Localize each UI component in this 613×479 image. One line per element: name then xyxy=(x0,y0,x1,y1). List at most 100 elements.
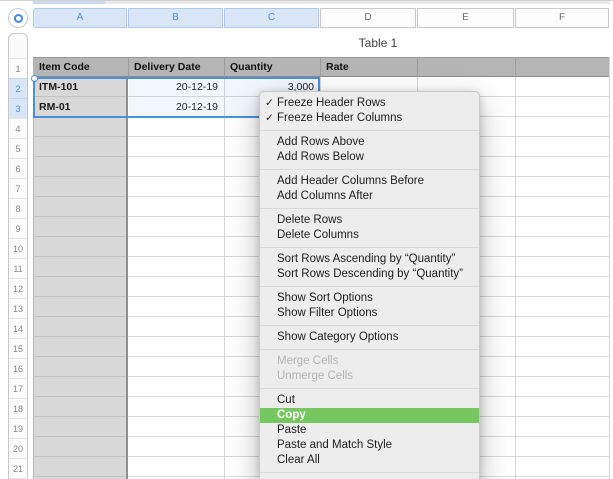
menu-item-merge-cells: Merge Cells xyxy=(260,354,479,369)
menu-item-label: Cut xyxy=(277,394,295,406)
menu-item-cut[interactable]: Cut xyxy=(260,393,479,408)
row-header-3[interactable]: 3 xyxy=(9,98,27,118)
menu-item-label: Sort Rows Descending by “Quantity” xyxy=(277,268,463,280)
menu-separator xyxy=(260,208,479,209)
menu-item-label: Merge Cells xyxy=(277,355,338,367)
menu-item-label: Add Columns After xyxy=(277,190,373,202)
row-header-7[interactable]: 7 xyxy=(9,178,27,198)
row-header-9[interactable]: 9 xyxy=(9,218,27,238)
selection-handle[interactable] xyxy=(31,75,38,82)
menu-item-delete-rows[interactable]: Delete Rows xyxy=(260,213,479,228)
column-header-D[interactable]: D xyxy=(320,8,416,28)
header-gridline xyxy=(320,57,321,77)
row-header-4[interactable]: 4 xyxy=(9,118,27,138)
menu-separator xyxy=(260,169,479,170)
header-cell-quantity[interactable]: Quantity xyxy=(230,57,273,77)
column-header-F[interactable]: F xyxy=(515,8,609,28)
menu-separator xyxy=(260,286,479,287)
header-cell-delivery-date[interactable]: Delivery Date xyxy=(134,57,201,77)
numbers-spreadsheet: ABCDEF 123456789101112131415161718192021… xyxy=(0,0,613,479)
menu-item-freeze-header-rows[interactable]: ✓Freeze Header Rows xyxy=(260,96,479,111)
menu-item-label: Delete Rows xyxy=(277,214,342,226)
table-handle-ring-icon xyxy=(14,14,23,23)
row-header-5[interactable]: 5 xyxy=(9,138,27,158)
row-header-12[interactable]: 12 xyxy=(9,278,27,298)
menu-separator xyxy=(260,130,479,131)
top-strip-blue-segment xyxy=(33,1,105,4)
row-header-6[interactable]: 6 xyxy=(9,158,27,178)
column-header-C[interactable]: C xyxy=(224,8,319,28)
table-header-row xyxy=(33,57,610,77)
row-header-18[interactable]: 18 xyxy=(9,398,27,418)
column-header-E[interactable]: E xyxy=(417,8,514,28)
row-header-2[interactable]: 2 xyxy=(9,78,27,98)
menu-item-paste[interactable]: Paste xyxy=(260,423,479,438)
row-header-11[interactable]: 11 xyxy=(9,258,27,278)
menu-item-label: Unmerge Cells xyxy=(277,370,353,382)
menu-item-label: Copy xyxy=(277,409,306,421)
column-header-B[interactable]: B xyxy=(128,8,223,28)
column-header-A[interactable]: A xyxy=(33,8,127,28)
menu-item-add-rows-above[interactable]: Add Rows Above xyxy=(260,135,479,150)
row-header-14[interactable]: 14 xyxy=(9,318,27,338)
menu-item-clear-all[interactable]: Clear All xyxy=(260,453,479,468)
row-header-17[interactable]: 17 xyxy=(9,378,27,398)
row-header-bar: 12345678910111213141516171819202122 xyxy=(8,33,28,479)
row-header-16[interactable]: 16 xyxy=(9,358,27,378)
row-header-10[interactable]: 10 xyxy=(9,238,27,258)
menu-item-unmerge-cells: Unmerge Cells xyxy=(260,369,479,384)
header-gridline xyxy=(128,57,129,77)
menu-item-freeze-header-columns[interactable]: ✓Freeze Header Columns xyxy=(260,111,479,126)
header-column xyxy=(33,77,128,479)
menu-item-label: Show Sort Options xyxy=(277,292,373,304)
table-handle[interactable] xyxy=(8,8,28,28)
top-strip-gray-segment xyxy=(105,1,610,4)
menu-item-label: Show Category Options xyxy=(277,331,398,343)
menu-item-label: Clear All xyxy=(277,454,320,466)
menu-item-label: Add Rows Above xyxy=(277,136,365,148)
header-cell-item-code[interactable]: Item Code xyxy=(39,57,90,77)
menu-item-label: Paste and Match Style xyxy=(277,439,392,451)
checkmark-icon: ✓ xyxy=(265,96,274,111)
menu-item-show-filter-options[interactable]: Show Filter Options xyxy=(260,306,479,321)
menu-item-delete-columns[interactable]: Delete Columns xyxy=(260,228,479,243)
menu-item-show-category-options[interactable]: Show Category Options xyxy=(260,330,479,345)
row-header-15[interactable]: 15 xyxy=(9,338,27,358)
menu-item-paste-and-match-style[interactable]: Paste and Match Style xyxy=(260,438,479,453)
menu-item-label: Show Filter Options xyxy=(277,307,377,319)
header-cell-rate[interactable]: Rate xyxy=(326,57,349,77)
context-menu: ✓Freeze Header Rows✓Freeze Header Column… xyxy=(259,91,480,479)
header-gridline xyxy=(515,57,516,77)
menu-item-copy[interactable]: Copy xyxy=(260,408,479,423)
gridline xyxy=(515,77,516,479)
menu-item-add-columns-after[interactable]: Add Columns After xyxy=(260,189,479,204)
header-gridline xyxy=(224,57,225,77)
row-header-21[interactable]: 21 xyxy=(9,458,27,478)
menu-separator xyxy=(260,388,479,389)
menu-item-label: Add Rows Below xyxy=(277,151,364,163)
row-header-1[interactable]: 1 xyxy=(9,58,27,78)
menu-item-add-header-columns-before[interactable]: Add Header Columns Before xyxy=(260,174,479,189)
menu-item-sort-rows-descending-by-quantity[interactable]: Sort Rows Descending by “Quantity” xyxy=(260,267,479,282)
row-header-19[interactable]: 19 xyxy=(9,418,27,438)
menu-separator xyxy=(260,472,479,473)
menu-item-show-sort-options[interactable]: Show Sort Options xyxy=(260,291,479,306)
checkmark-icon: ✓ xyxy=(265,111,274,126)
header-gridline xyxy=(417,57,418,77)
menu-item-label: Sort Rows Ascending by “Quantity” xyxy=(277,253,455,265)
row-header-8[interactable]: 8 xyxy=(9,198,27,218)
table-title: Table 1 xyxy=(318,36,438,50)
row-header-13[interactable]: 13 xyxy=(9,298,27,318)
top-strip xyxy=(0,0,613,4)
menu-item-label: Delete Columns xyxy=(277,229,359,241)
menu-item-label: Add Header Columns Before xyxy=(277,175,424,187)
row-header-20[interactable]: 20 xyxy=(9,438,27,458)
menu-item-sort-rows-ascending-by-quantity[interactable]: Sort Rows Ascending by “Quantity” xyxy=(260,252,479,267)
menu-separator xyxy=(260,349,479,350)
gridline xyxy=(224,77,225,479)
menu-item-add-rows-below[interactable]: Add Rows Below xyxy=(260,150,479,165)
menu-separator xyxy=(260,247,479,248)
menu-separator xyxy=(260,325,479,326)
menu-item-label: Freeze Header Rows xyxy=(277,97,386,109)
menu-item-label: Paste xyxy=(277,424,306,436)
